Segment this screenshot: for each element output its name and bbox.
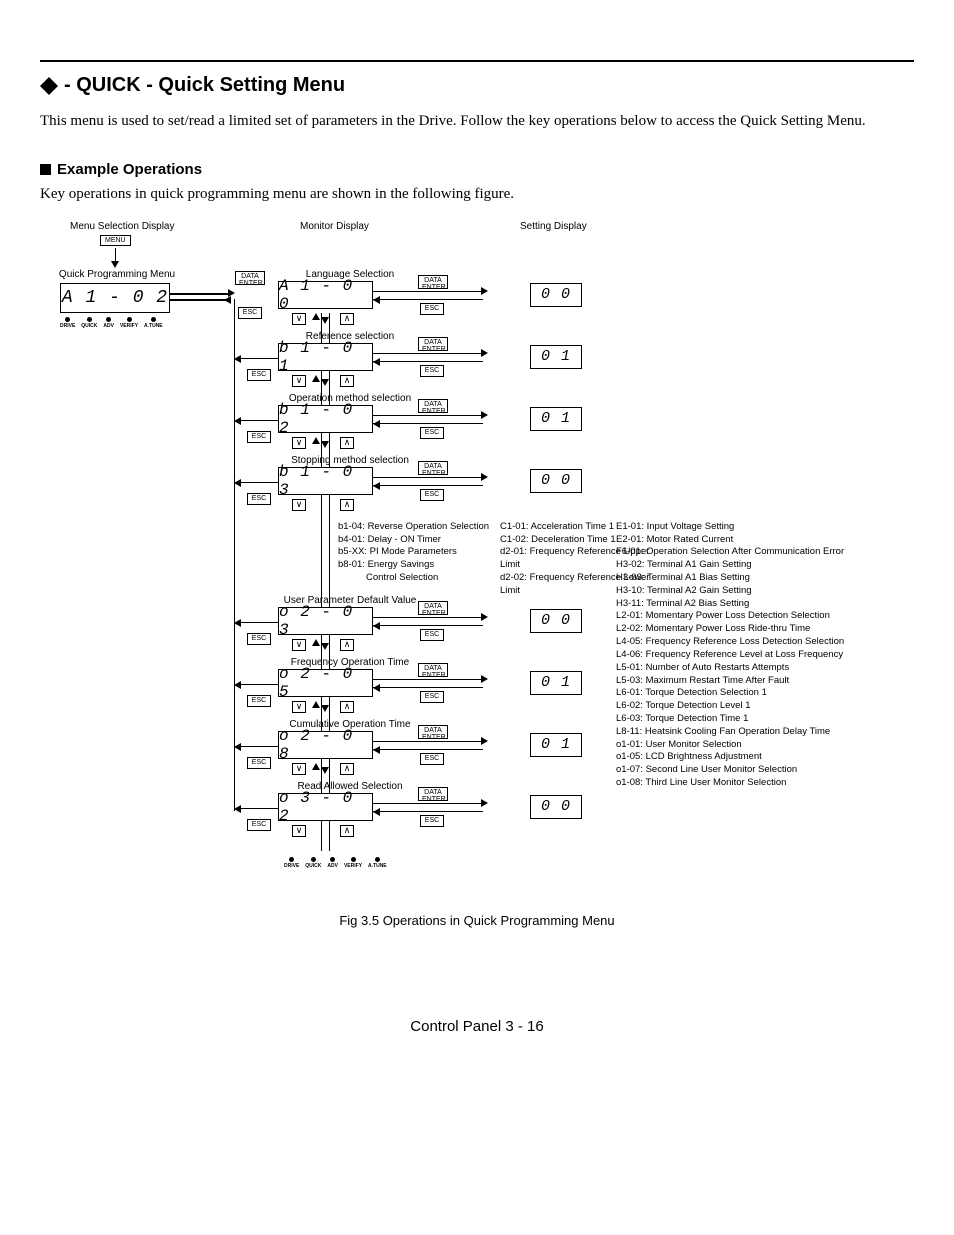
subheading: Example Operations	[40, 161, 914, 178]
mid-params-col1: b1-04: Reverse Operation Selection b4-01…	[338, 521, 498, 585]
esc-button[interactable]: ESC	[420, 489, 444, 501]
esc-button[interactable]: ESC	[247, 431, 271, 443]
header-menu-selection: Menu Selection Display	[70, 221, 175, 232]
setting-display: 0 1	[530, 733, 582, 757]
subheading-text: Example Operations	[57, 161, 202, 178]
down-button[interactable]: ∨	[292, 639, 306, 651]
monitor-display: b 1 - 0 3	[278, 467, 373, 495]
menu-button[interactable]: MENU	[100, 235, 131, 246]
up-button[interactable]: ∧	[340, 313, 354, 325]
up-button[interactable]: ∧	[340, 437, 354, 449]
monitor-display: o 2 - 0 8	[278, 731, 373, 759]
up-button[interactable]: ∧	[340, 639, 354, 651]
down-button[interactable]: ∨	[292, 763, 306, 775]
data-enter-button[interactable]: DATA ENTER	[235, 271, 265, 285]
down-button[interactable]: ∨	[292, 701, 306, 713]
up-button[interactable]: ∧	[340, 825, 354, 837]
down-button[interactable]: ∨	[292, 825, 306, 837]
esc-button[interactable]: ESC	[420, 691, 444, 703]
down-button[interactable]: ∨	[292, 313, 306, 325]
data-enter-button[interactable]: DATA ENTER	[418, 399, 448, 413]
setting-display: 0 0	[530, 283, 582, 307]
esc-button[interactable]: ESC	[420, 815, 444, 827]
monitor-display: A 1 - 0 0	[278, 281, 373, 309]
esc-button[interactable]: ESC	[420, 303, 444, 315]
esc-button[interactable]: ESC	[247, 493, 271, 505]
esc-button[interactable]: ESC	[420, 753, 444, 765]
data-enter-button[interactable]: DATA ENTER	[418, 337, 448, 351]
down-button[interactable]: ∨	[292, 499, 306, 511]
down-button[interactable]: ∨	[292, 375, 306, 387]
setting-display: 0 0	[530, 795, 582, 819]
data-enter-button[interactable]: DATA ENTER	[418, 601, 448, 615]
square-bullet-icon	[40, 164, 51, 175]
data-enter-button[interactable]: DATA ENTER	[418, 663, 448, 677]
right-params: E1-01: Input Voltage Setting E2-01: Moto…	[616, 521, 906, 790]
diagram: Menu Selection Display Monitor Display S…	[40, 221, 910, 901]
figure-caption: Fig 3.5 Operations in Quick Programming …	[40, 913, 914, 928]
esc-button[interactable]: ESC	[247, 757, 271, 769]
esc-button[interactable]: ESC	[247, 633, 271, 645]
header-monitor: Monitor Display	[300, 221, 369, 232]
data-enter-button[interactable]: DATA ENTER	[418, 275, 448, 289]
data-enter-button[interactable]: DATA ENTER	[418, 461, 448, 475]
monitor-display: b 1 - 0 1	[278, 343, 373, 371]
page-footer: Control Panel 3 - 16	[40, 1018, 914, 1035]
header-setting: Setting Display	[520, 221, 587, 232]
monitor-display: o 3 - 0 2	[278, 793, 373, 821]
monitor-display: b 1 - 0 2	[278, 405, 373, 433]
up-button[interactable]: ∧	[340, 763, 354, 775]
esc-button[interactable]: ESC	[420, 365, 444, 377]
intro-paragraph: This menu is used to set/read a limited …	[40, 111, 914, 133]
up-button[interactable]: ∧	[340, 499, 354, 511]
down-button[interactable]: ∨	[292, 437, 306, 449]
setting-display: 0 1	[530, 407, 582, 431]
section-heading: - QUICK - Quick Setting Menu	[40, 74, 914, 97]
led-row-left: DRIVE QUICK ADV VERIFY A.TUNE	[60, 317, 163, 329]
data-enter-button[interactable]: DATA ENTER	[418, 725, 448, 739]
setting-display: 0 0	[530, 609, 582, 633]
led-row-bottom: DRIVE QUICK ADV VERIFY A.TUNE	[284, 857, 387, 869]
data-enter-button[interactable]: DATA ENTER	[418, 787, 448, 801]
up-button[interactable]: ∧	[340, 701, 354, 713]
esc-button[interactable]: ESC	[420, 427, 444, 439]
esc-button[interactable]: ESC	[247, 369, 271, 381]
esc-button[interactable]: ESC	[420, 629, 444, 641]
setting-display: 0 1	[530, 671, 582, 695]
monitor-display: o 2 - 0 3	[278, 607, 373, 635]
monitor-display: o 2 - 0 5	[278, 669, 373, 697]
menu-display: A 1 - 0 2	[60, 283, 170, 313]
quick-prog-label: Quick Programming Menu	[52, 269, 182, 280]
section-title-text: - QUICK - Quick Setting Menu	[64, 74, 345, 97]
setting-display: 0 1	[530, 345, 582, 369]
esc-button[interactable]: ESC	[247, 695, 271, 707]
up-button[interactable]: ∧	[340, 375, 354, 387]
esc-button[interactable]: ESC	[247, 819, 271, 831]
lead-paragraph: Key operations in quick programming menu…	[40, 186, 914, 203]
setting-display: 0 0	[530, 469, 582, 493]
diamond-icon	[40, 68, 58, 86]
esc-button[interactable]: ESC	[238, 307, 262, 319]
